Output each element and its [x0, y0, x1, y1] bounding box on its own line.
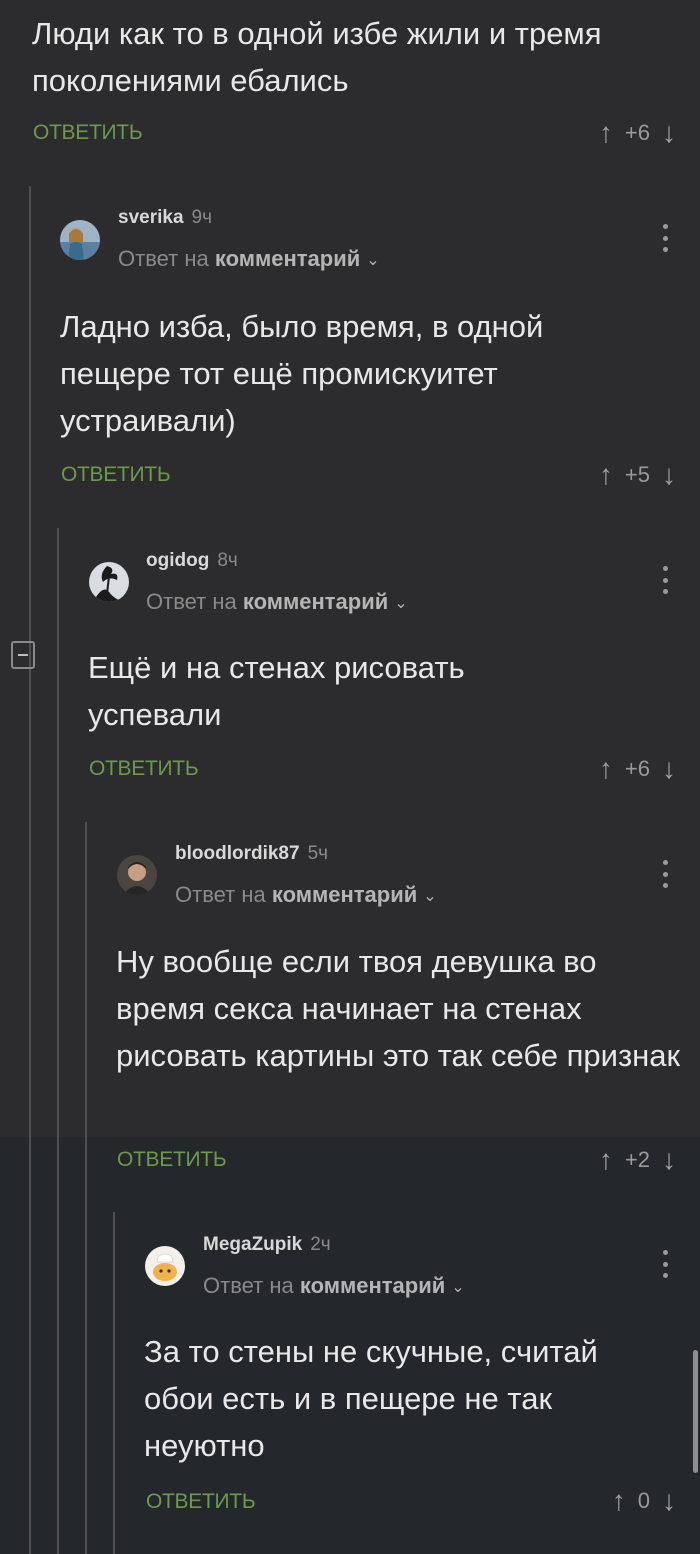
username[interactable]: ogidog 8ч [146, 550, 238, 572]
reply-target-link[interactable]: комментарий [272, 882, 417, 907]
score: +5 [624, 462, 650, 487]
avatar[interactable] [89, 562, 129, 602]
reply-target-link[interactable]: комментарий [300, 1273, 445, 1298]
arrow-up-icon[interactable]: ↑ [612, 1485, 626, 1517]
chevron-down-icon[interactable]: ⌄ [366, 250, 379, 270]
reply-to: Ответ на комментарий ⌄ [118, 246, 380, 271]
vote-block: ↑ +5 ↓ [599, 459, 676, 491]
thread-line-2[interactable] [57, 528, 59, 1554]
comment-text: Ладно изба, было время, в одной пещере т… [60, 309, 544, 438]
reply-target-link[interactable]: комментарий [243, 589, 388, 614]
comment-text: Люди как то в одной избе жили и тремя по… [32, 16, 602, 98]
username[interactable]: sverika 9ч [118, 207, 212, 229]
reply-button[interactable]: ОТВЕТИТЬ [61, 463, 171, 487]
arrow-down-icon[interactable]: ↓ [662, 117, 676, 149]
chevron-down-icon[interactable]: ⌄ [423, 886, 436, 906]
score: +6 [624, 120, 650, 145]
reply-button[interactable]: ОТВЕТИТЬ [89, 757, 199, 781]
more-vertical-icon[interactable] [662, 860, 668, 888]
more-vertical-icon[interactable] [662, 224, 668, 252]
score: +6 [624, 756, 650, 781]
vote-block: ↑ +6 ↓ [599, 117, 676, 149]
username[interactable]: bloodlordik87 5ч [175, 843, 328, 865]
avatar[interactable] [60, 220, 100, 260]
thread-line-4[interactable] [113, 1212, 115, 1554]
reply-to: Ответ на комментарий ⌄ [203, 1273, 465, 1298]
arrow-down-icon[interactable]: ↓ [662, 1485, 676, 1517]
arrow-up-icon[interactable]: ↑ [599, 753, 613, 785]
avatar[interactable] [145, 1246, 185, 1286]
timestamp: 8ч [217, 550, 238, 571]
thread-line-3[interactable] [85, 822, 87, 1554]
more-vertical-icon[interactable] [662, 566, 668, 594]
chevron-down-icon[interactable]: ⌄ [451, 1277, 464, 1297]
vote-block: ↑ +2 ↓ [599, 1144, 676, 1176]
collapse-minus-icon[interactable] [11, 641, 35, 669]
more-vertical-icon[interactable] [662, 1250, 668, 1278]
reply-button[interactable]: ОТВЕТИТЬ [33, 121, 143, 145]
scrollbar[interactable] [693, 1350, 698, 1473]
reply-button[interactable]: ОТВЕТИТЬ [146, 1490, 256, 1514]
username[interactable]: MegaZupik 2ч [203, 1234, 331, 1256]
arrow-down-icon[interactable]: ↓ [662, 459, 676, 491]
avatar[interactable] [117, 855, 157, 895]
arrow-down-icon[interactable]: ↓ [662, 1144, 676, 1176]
arrow-up-icon[interactable]: ↑ [599, 459, 613, 491]
reply-to: Ответ на комментарий ⌄ [146, 589, 408, 614]
timestamp: 5ч [307, 843, 329, 864]
score: 0 [637, 1488, 650, 1513]
arrow-up-icon[interactable]: ↑ [599, 1144, 613, 1176]
vote-block: ↑ +6 ↓ [599, 753, 676, 785]
reply-to: Ответ на комментарий ⌄ [175, 882, 437, 907]
thread-line-1[interactable] [29, 186, 31, 1554]
reply-target-link[interactable]: комментарий [215, 246, 360, 271]
arrow-down-icon[interactable]: ↓ [662, 753, 676, 785]
reply-button[interactable]: ОТВЕТИТЬ [117, 1148, 227, 1172]
timestamp: 9ч [191, 207, 212, 228]
vote-block: ↑ 0 ↓ [612, 1485, 676, 1517]
chevron-down-icon[interactable]: ⌄ [394, 593, 407, 613]
comment-text: Ну вообще если твоя девушка во время сек… [116, 944, 681, 1073]
timestamp: 2ч [310, 1234, 331, 1255]
comment-text: Ещё и на стенах рисовать успевали [88, 650, 465, 732]
score: +2 [624, 1147, 650, 1172]
comment-text: За то стены не скучные, считай обои есть… [144, 1334, 598, 1463]
arrow-up-icon[interactable]: ↑ [599, 117, 613, 149]
